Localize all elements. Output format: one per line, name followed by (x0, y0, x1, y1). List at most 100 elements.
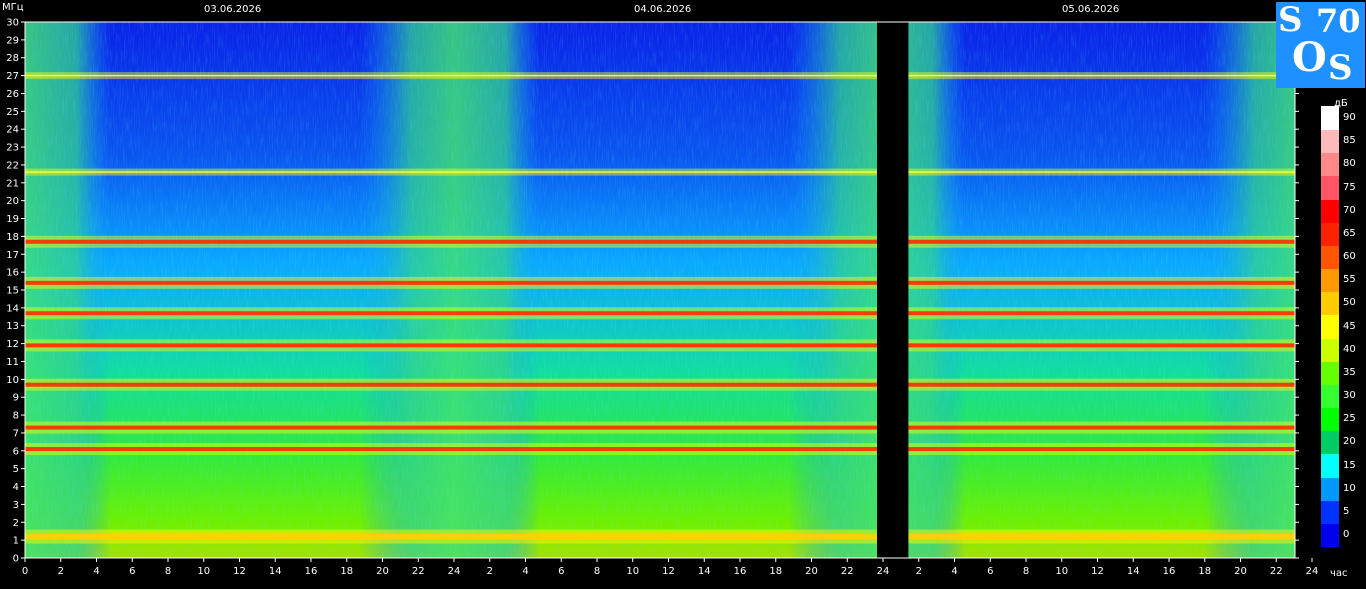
y-tick-label-13: 13 (6, 321, 19, 332)
x-tick-label-day3-8: 8 (1023, 566, 1029, 577)
x-tick-label-day1-4: 4 (93, 566, 99, 577)
y-tick-label-22: 22 (6, 160, 19, 171)
colorbar-swatch-65 (1321, 222, 1339, 246)
y-tick-label-6: 6 (13, 446, 19, 457)
colorbar-label-65: 65 (1343, 227, 1356, 239)
x-tick-label-day1-12: 12 (233, 566, 246, 577)
y-tick-label-27: 27 (6, 71, 19, 82)
y-tick-label-9: 9 (13, 393, 19, 404)
x-tick-label-day3-14: 14 (1127, 566, 1140, 577)
x-tick-label-day1-22: 22 (412, 566, 425, 577)
y-axis-unit-label: МГц (2, 2, 24, 13)
band-line-5-day-1 (25, 280, 454, 285)
logo-letter-o: O (1292, 34, 1327, 81)
date-label-day-2: 04.06.2026 (634, 4, 692, 15)
band-line-9-day-1 (25, 74, 454, 77)
colorbar-swatch-80 (1321, 152, 1339, 177)
x-tick-label-day2-6: 6 (558, 566, 564, 577)
x-tick-label-day1-10: 10 (197, 566, 210, 577)
x-tick-label-day2-12: 12 (662, 566, 675, 577)
colorbar-swatch-40 (1321, 338, 1339, 362)
x-tick-label-day2-8: 8 (594, 566, 600, 577)
x-tick-label-day3-22: 22 (1270, 566, 1283, 577)
y-tick-label-24: 24 (6, 125, 19, 136)
band-line-2-day-2 (454, 425, 883, 430)
colorbar-swatch-20 (1321, 430, 1339, 455)
colorbar-label-20: 20 (1343, 436, 1356, 448)
x-tick-label-day3-4: 4 (951, 566, 957, 577)
band-line-7-day-2 (454, 534, 883, 540)
colorbar-swatch-35 (1321, 361, 1339, 385)
band-line-9-day-2 (454, 74, 883, 77)
y-tick-label-16: 16 (6, 268, 19, 279)
x-tick-label-day3-10: 10 (1055, 566, 1068, 577)
x-tick-label-day2-20: 20 (805, 566, 818, 577)
x-tick-label-day2-16: 16 (734, 566, 747, 577)
y-tick-label-17: 17 (6, 250, 19, 261)
colorbar-label-55: 55 (1343, 274, 1356, 286)
x-tick-label-day2-10: 10 (626, 566, 639, 577)
x-tick-label-day1-24: 24 (448, 566, 461, 577)
band-line-1-day-1 (25, 343, 454, 348)
band-line-0-day-3 (883, 382, 1295, 387)
band-line-4-day-2 (454, 311, 883, 316)
x-tick-label-day3-20: 20 (1234, 566, 1247, 577)
y-tick-label-25: 25 (6, 107, 19, 118)
y-tick-label-0: 0 (13, 554, 19, 565)
colorbar-label-70: 70 (1343, 204, 1356, 216)
y-tick-label-15: 15 (6, 286, 19, 297)
x-tick-label-day3-12: 12 (1091, 566, 1104, 577)
date-label-day-3: 05.06.2026 (1062, 4, 1120, 15)
y-tick-label-30: 30 (6, 18, 19, 29)
colorbar-label-60: 60 (1343, 251, 1356, 262)
band-line-6-day-3 (883, 239, 1295, 244)
band-line-4-day-1 (25, 311, 454, 316)
x-tick-label-day3-24: 24 (1306, 566, 1319, 577)
band-line-8-day-3 (883, 171, 1295, 173)
band-line-6-day-1 (25, 239, 454, 244)
colorbar-label-35: 35 (1343, 366, 1356, 378)
x-tick-label-day3-16: 16 (1163, 566, 1176, 577)
y-tick-label-7: 7 (13, 428, 19, 439)
day-noise-texture-3 (883, 22, 1295, 558)
x-tick-label-day1-0: 0 (22, 566, 28, 577)
colorbar-swatch-0 (1321, 523, 1339, 548)
day-noise-texture-1 (25, 22, 454, 558)
y-tick-label-23: 23 (6, 143, 19, 154)
y-tick-label-19: 19 (6, 214, 19, 225)
y-tick-label-5: 5 (13, 464, 19, 475)
colorbar-label-10: 10 (1343, 482, 1356, 494)
y-tick-label-28: 28 (6, 53, 19, 64)
x-tick-label-day1-16: 16 (305, 566, 318, 577)
band-line-4-day-3 (883, 311, 1295, 316)
band-line-3-day-2 (454, 447, 883, 452)
colorbar-label-75: 75 (1343, 181, 1356, 193)
y-tick-label-21: 21 (6, 178, 19, 189)
y-tick-label-14: 14 (6, 303, 19, 314)
colorbar-swatch-85 (1321, 129, 1339, 154)
colorbar-label-80: 80 (1343, 158, 1356, 170)
band-line-7-day-1 (25, 534, 454, 540)
colorbar-label-85: 85 (1343, 135, 1356, 147)
y-tick-label-3: 3 (13, 500, 19, 511)
colorbar-swatch-75 (1321, 175, 1339, 200)
x-tick-label-day1-18: 18 (340, 566, 353, 577)
colorbar-swatch-50 (1321, 291, 1339, 316)
y-tick-label-20: 20 (6, 196, 19, 207)
x-tick-label-day1-8: 8 (165, 566, 171, 577)
spectrogram-chart: 0123456789101112131415161718192021222324… (6, 18, 1319, 578)
band-line-3-day-3 (883, 447, 1295, 452)
band-line-2-day-1 (25, 425, 454, 430)
x-tick-label-day1-20: 20 (376, 566, 389, 577)
colorbar-swatch-25 (1321, 407, 1339, 432)
colorbar-swatch-70 (1321, 199, 1339, 223)
band-line-1-day-3 (883, 343, 1295, 348)
x-tick-label-day2-2: 2 (487, 566, 493, 577)
data-gap (877, 22, 909, 558)
colorbar-swatch-55 (1321, 268, 1339, 293)
colorbar-label-25: 25 (1343, 413, 1356, 425)
y-tick-label-12: 12 (6, 339, 19, 350)
band-line-8-day-2 (454, 171, 883, 173)
band-line-5-day-2 (454, 280, 883, 285)
colorbar-swatch-5 (1321, 500, 1339, 524)
